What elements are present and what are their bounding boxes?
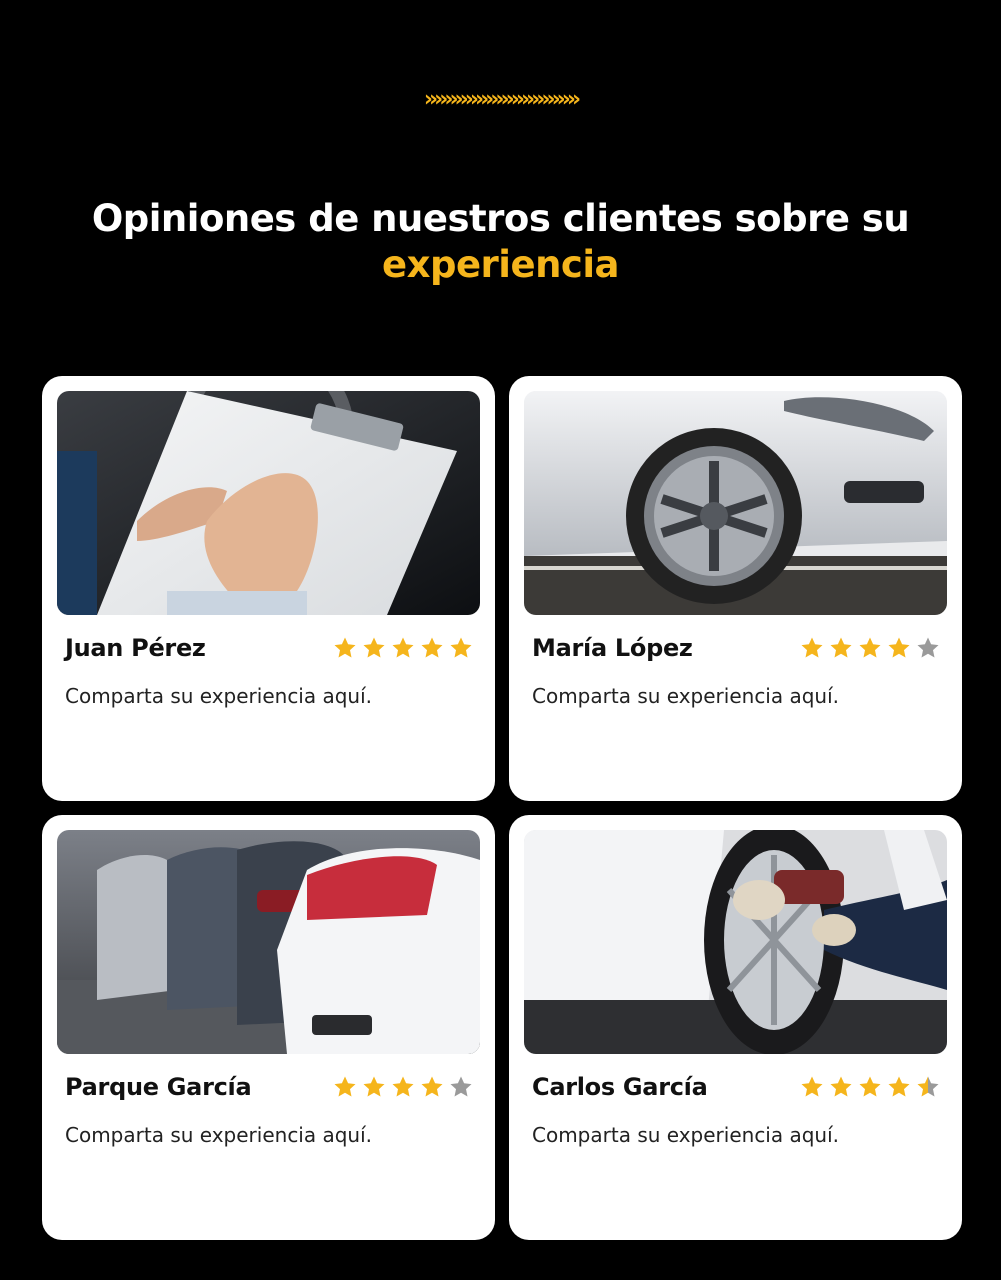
star-filled-icon (421, 637, 443, 658)
star-filled-icon (801, 1076, 823, 1097)
reviewer-name: Juan Pérez (65, 634, 206, 662)
star-rating (800, 1075, 940, 1099)
star-filled-icon (830, 637, 852, 658)
section-heading: Opiniones de nuestros clientes sobre su … (0, 196, 1001, 288)
chevron-decoration: »»»»»»»»»»»»»»» (423, 87, 581, 112)
review-card: Juan Pérez Comparta su experiencia aquí. (42, 376, 495, 801)
reviewer-name: Parque García (65, 1073, 252, 1101)
review-card: María López Comparta su experiencia aquí… (509, 376, 962, 801)
review-text: Comparta su experiencia aquí. (532, 1123, 840, 1147)
star-filled-icon (830, 1076, 852, 1097)
heading-highlight: experiencia (382, 243, 620, 286)
star-filled-icon (392, 1076, 414, 1097)
star-filled-icon (450, 637, 472, 658)
star-filled-icon (859, 637, 881, 658)
reviewer-name: María López (532, 634, 693, 662)
star-filled-icon (334, 1076, 356, 1097)
star-rating (800, 636, 940, 660)
clipboard-inspection-photo (57, 391, 480, 615)
star-rating (333, 1075, 473, 1099)
reviewer-name: Carlos García (532, 1073, 708, 1101)
review-text: Comparta su experiencia aquí. (532, 684, 840, 708)
review-card: Carlos García Comparta su experiencia aq… (509, 815, 962, 1240)
star-filled-icon (363, 1076, 385, 1097)
heading-line-1: Opiniones de nuestros clientes sobre su (91, 197, 910, 240)
parked-cars-photo (57, 830, 480, 1054)
star-filled-icon (888, 1076, 910, 1097)
star-empty-icon (450, 1076, 472, 1097)
star-empty-icon (917, 637, 939, 658)
star-filled-icon (334, 637, 356, 658)
review-text: Comparta su experiencia aquí. (65, 684, 373, 708)
star-filled-icon (801, 637, 823, 658)
star-half-icon (917, 1076, 939, 1097)
tire-change-photo (524, 830, 947, 1054)
star-filled-icon (363, 637, 385, 658)
star-filled-icon (888, 637, 910, 658)
review-card: Parque García Comparta su experiencia aq… (42, 815, 495, 1240)
star-filled-icon (421, 1076, 443, 1097)
white-car-wheel-photo (524, 391, 947, 615)
star-filled-icon (859, 1076, 881, 1097)
review-text: Comparta su experiencia aquí. (65, 1123, 373, 1147)
star-rating (333, 636, 473, 660)
star-filled-icon (392, 637, 414, 658)
